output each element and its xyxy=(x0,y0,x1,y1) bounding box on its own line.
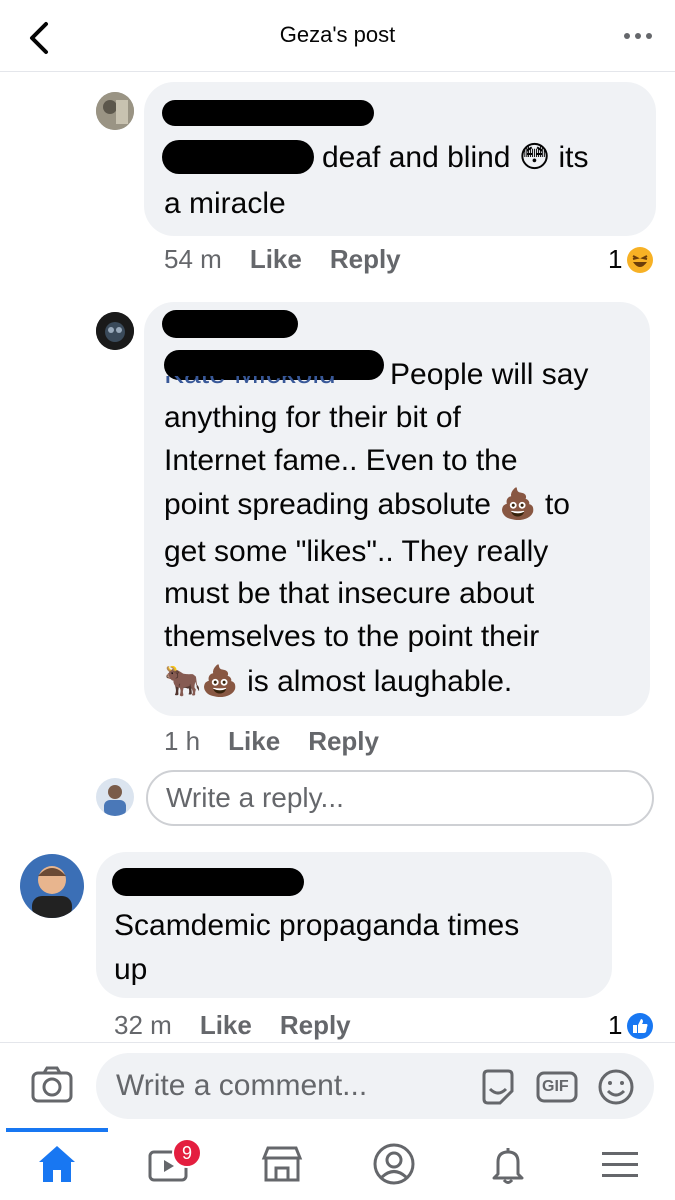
redacted-mention xyxy=(162,140,314,174)
profile-icon xyxy=(373,1143,415,1185)
reply-button[interactable]: Reply xyxy=(308,726,379,757)
sticker-button[interactable] xyxy=(478,1067,518,1107)
camera-icon xyxy=(31,1066,73,1103)
comment-text: Scamdemic propaganda times xyxy=(114,909,520,942)
comment-meta: 1 h Like Reply xyxy=(164,726,407,757)
emoji-icon xyxy=(598,1069,634,1105)
bell-icon xyxy=(492,1148,524,1184)
avatar xyxy=(96,778,134,816)
comment-text: a miracle xyxy=(164,187,286,220)
comment-text: up xyxy=(114,953,148,986)
active-tab-indicator xyxy=(6,1128,108,1132)
like-button[interactable]: Like xyxy=(228,726,280,757)
comment-time: 32 m xyxy=(114,1010,172,1040)
comment-text: 🐂💩 is almost laughable. xyxy=(164,665,513,698)
comment-input[interactable]: Write a comment... GIF xyxy=(96,1053,654,1119)
flushed-face-emoji: 😳 xyxy=(518,141,551,174)
comment-time: 54 m xyxy=(164,244,222,274)
comment-text: must be that insecure about xyxy=(164,577,535,610)
like-reaction-icon xyxy=(627,1012,654,1039)
comment-text: themselves to the point their xyxy=(164,620,540,653)
comment-text: deaf and blind 😳 its xyxy=(322,141,589,174)
page-title: Geza's post xyxy=(279,22,396,47)
poop-emoji: 💩 xyxy=(499,488,537,521)
like-button[interactable]: Like xyxy=(250,244,302,275)
redacted-author-name xyxy=(162,100,374,126)
comment-time: 1 h xyxy=(164,726,201,756)
comment-text: point spreading absolute 💩 to xyxy=(164,488,570,521)
ox-emoji: 🐂 xyxy=(164,665,202,698)
comment-composer: Write a comment... GIF xyxy=(0,1042,675,1128)
reply-button[interactable]: Reply xyxy=(280,1010,351,1041)
avatar[interactable] xyxy=(20,854,84,918)
gif-button[interactable]: GIF xyxy=(536,1067,578,1107)
reaction-count[interactable]: 1 xyxy=(608,244,654,275)
notification-badge: 9 xyxy=(172,1138,202,1168)
comment-text: People will say xyxy=(390,358,589,391)
comment-text: anything for their bit of xyxy=(164,401,461,434)
bottom-tab-bar: 9 xyxy=(0,1128,675,1200)
more-dots-icon xyxy=(624,33,652,39)
header-bar: Geza's post xyxy=(0,0,675,72)
marketplace-icon xyxy=(261,1146,303,1182)
tab-marketplace[interactable] xyxy=(258,1140,306,1188)
redacted-author-name xyxy=(162,310,298,338)
home-icon xyxy=(39,1146,75,1182)
comment-placeholder: Write a comment... xyxy=(116,1069,368,1102)
avatar[interactable] xyxy=(96,312,134,350)
menu-icon xyxy=(602,1152,638,1177)
like-button[interactable]: Like xyxy=(200,1010,252,1041)
haha-reaction-icon xyxy=(627,246,654,273)
tab-home[interactable] xyxy=(33,1140,81,1188)
redacted-mention xyxy=(164,350,384,380)
sticker-icon xyxy=(482,1069,514,1105)
comment-meta: 54 m Like Reply xyxy=(164,244,429,275)
reply-input[interactable]: Write a reply... xyxy=(146,770,654,826)
gif-label: GIF xyxy=(542,1078,569,1095)
camera-button[interactable] xyxy=(30,1065,74,1105)
emoji-button[interactable] xyxy=(596,1067,636,1107)
tab-profile[interactable] xyxy=(370,1140,418,1188)
reply-button[interactable]: Reply xyxy=(330,244,401,275)
redacted-author-name xyxy=(112,868,304,896)
poop-emoji: 💩 xyxy=(201,665,239,698)
comment-meta: 32 m Like Reply xyxy=(114,1010,379,1041)
comment-text: Internet fame.. Even to the xyxy=(164,444,518,477)
comment-text: get some "likes".. They really xyxy=(164,535,549,568)
avatar[interactable] xyxy=(96,92,134,130)
more-options-button[interactable] xyxy=(623,26,653,46)
tab-menu[interactable] xyxy=(596,1140,644,1188)
reaction-count[interactable]: 1 xyxy=(608,1010,654,1041)
tab-notifications[interactable] xyxy=(484,1140,532,1188)
